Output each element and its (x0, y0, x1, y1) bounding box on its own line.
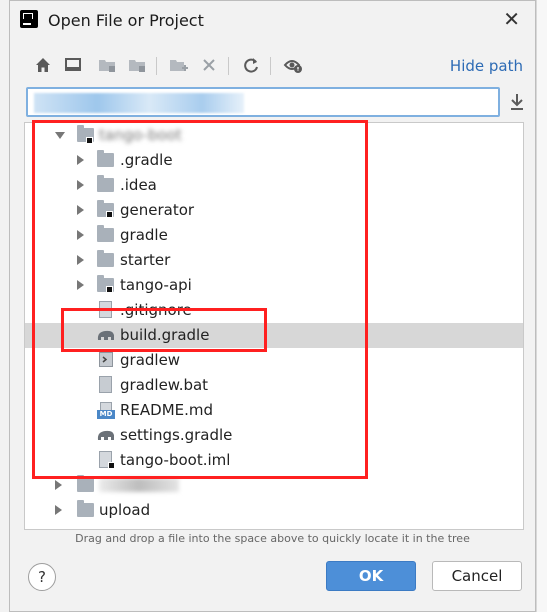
title-bar: Open File or Project ✕ (10, 1, 535, 41)
cancel-button[interactable]: Cancel (432, 561, 522, 591)
tree-row[interactable]: tango-boot.iml (25, 448, 523, 473)
tree-row[interactable]: gradle (25, 223, 523, 248)
chevron-right-icon[interactable] (77, 230, 84, 240)
chevron-right-icon[interactable] (55, 505, 62, 515)
tree-item-label: build.gradle (120, 326, 210, 344)
tree-row[interactable]: gradlew (25, 348, 523, 373)
toolbar-separator (228, 57, 229, 75)
tree-row[interactable]: starter (25, 248, 523, 273)
desktop-icon[interactable] (62, 53, 84, 77)
folder-icon (77, 475, 94, 492)
chevron-right-icon[interactable] (77, 180, 84, 190)
folder-icon (97, 175, 114, 192)
drag-drop-hint: Drag and drop a file into the space abov… (75, 532, 470, 545)
tree-row[interactable]: generator (25, 198, 523, 223)
file-tree[interactable]: tango-boot .gradle .idea generator gradl… (24, 122, 524, 530)
path-value-redacted (34, 93, 244, 113)
tree-row[interactable]: upload (25, 498, 523, 523)
tree-scrollbar[interactable] (523, 233, 524, 425)
download-icon[interactable] (508, 91, 526, 113)
toolbar (32, 53, 332, 79)
chevron-right-icon[interactable] (77, 280, 84, 290)
tree-item-label: gradlew (120, 351, 181, 369)
tree-row[interactable]: .idea (25, 173, 523, 198)
gradle-elephant-icon (96, 328, 116, 346)
tree-row[interactable]: MD README.md (25, 398, 523, 423)
tree-item-label: generator (120, 201, 195, 219)
gitignore-icon (99, 301, 112, 318)
module-badge-icon (106, 286, 113, 293)
tree-row[interactable]: .gitignore (25, 298, 523, 323)
gradle-elephant-icon (96, 428, 116, 446)
hide-path-link[interactable]: Hide path (450, 57, 523, 75)
module-badge-icon (108, 462, 115, 469)
module-badge-icon (86, 137, 93, 144)
tree-row[interactable] (25, 473, 523, 498)
toolbar-separator (156, 57, 157, 75)
chevron-right-icon[interactable] (55, 480, 62, 490)
tree-row[interactable]: gradlew.bat (25, 373, 523, 398)
folder-icon (77, 500, 94, 517)
help-button[interactable]: ? (28, 563, 56, 591)
tree-item-label: starter (120, 251, 171, 269)
show-hidden-icon[interactable] (282, 53, 304, 77)
delete-icon (198, 53, 220, 77)
tree-item-label: tango-boot.iml (120, 451, 231, 469)
tree-item-label: .gradle (120, 151, 173, 169)
tree-row-selected[interactable]: build.gradle (25, 323, 523, 348)
chevron-right-icon[interactable] (77, 155, 84, 165)
close-icon[interactable]: ✕ (503, 9, 520, 29)
module-folder-icon (126, 53, 148, 77)
tree-item-label: gradle (120, 226, 168, 244)
background-window-edge-right (537, 0, 547, 612)
project-folder-icon (96, 53, 118, 77)
folder-icon (97, 250, 114, 267)
tree-item-label: tango-boot (99, 126, 182, 144)
tree-row[interactable]: settings.gradle (25, 423, 523, 448)
bat-file-icon (99, 376, 112, 393)
intellij-logo-icon (20, 10, 38, 28)
markdown-icon: MD (97, 402, 115, 419)
module-badge-icon (106, 211, 113, 218)
tree-item-label: upload (99, 501, 151, 519)
tree-row-root[interactable]: tango-boot (25, 123, 523, 148)
folder-icon (97, 225, 114, 242)
tree-item-label: gradlew.bat (120, 376, 209, 394)
tree-item-label: tango-api (120, 276, 192, 294)
tree-item-label: .gitignore (120, 301, 192, 319)
dialog-title: Open File or Project (48, 11, 204, 30)
path-input[interactable] (26, 87, 500, 117)
ok-button[interactable]: OK (326, 561, 416, 591)
refresh-icon[interactable] (240, 53, 262, 77)
chevron-right-icon[interactable] (77, 255, 84, 265)
tree-row[interactable]: .gradle (25, 148, 523, 173)
new-folder-icon (168, 53, 190, 77)
tree-item-label-redacted (99, 478, 179, 492)
tree-item-label: .idea (120, 176, 157, 194)
folder-icon (97, 150, 114, 167)
tree-item-label: README.md (120, 401, 214, 419)
tree-row[interactable]: tango-api (25, 273, 523, 298)
tree-item-label: settings.gradle (120, 426, 233, 444)
home-icon[interactable] (32, 53, 54, 77)
chevron-right-icon[interactable] (77, 205, 84, 215)
chevron-down-icon[interactable] (55, 132, 65, 139)
shell-script-icon (99, 352, 113, 367)
toolbar-separator (270, 57, 271, 75)
open-file-dialog: Open File or Project ✕ Hide path tango-b… (9, 0, 536, 612)
